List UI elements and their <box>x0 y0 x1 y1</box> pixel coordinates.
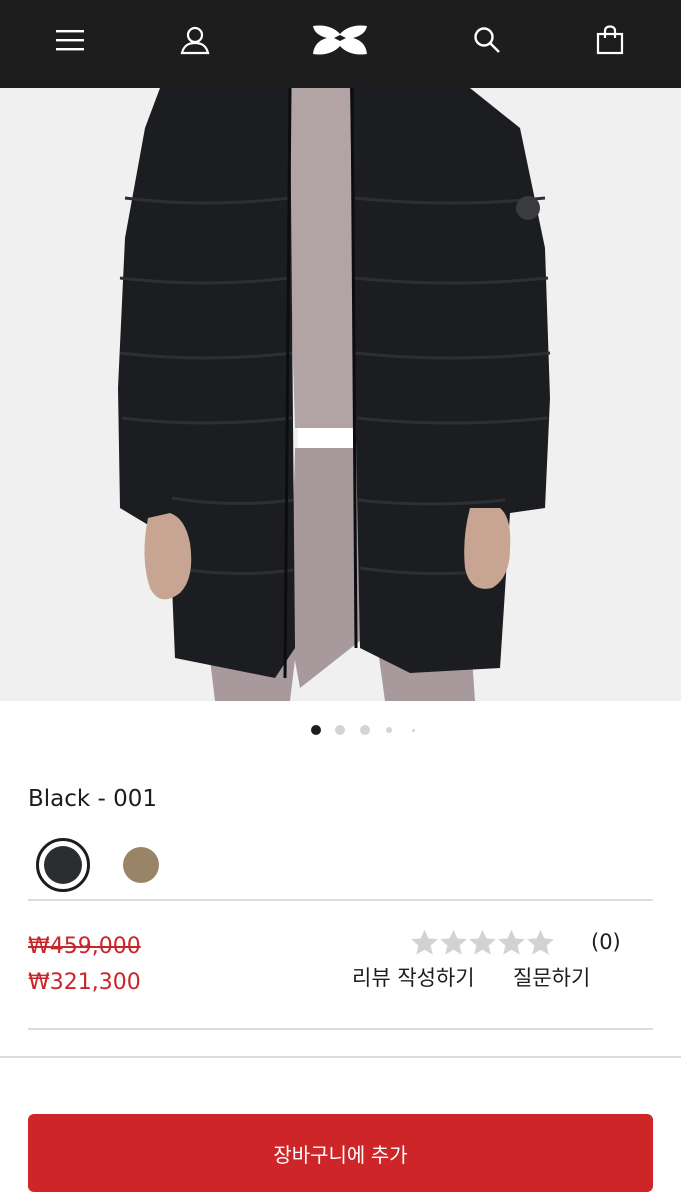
selected-color-label: Black - 001 <box>28 786 158 812</box>
top-nav-bar <box>0 0 681 88</box>
account-icon[interactable] <box>175 20 215 60</box>
menu-icon[interactable] <box>50 20 90 60</box>
star-empty-icon <box>469 929 496 955</box>
carousel-dot[interactable] <box>360 725 370 735</box>
swatch-black-selected[interactable] <box>36 838 90 892</box>
sale-price: ₩321,300 <box>28 970 141 995</box>
swatch-tan[interactable] <box>123 847 159 883</box>
add-to-cart-button[interactable]: 장바구니에 추가 <box>28 1114 653 1192</box>
rating-stars <box>410 928 555 958</box>
ask-question-link[interactable]: 질문하기 <box>513 962 590 992</box>
divider <box>28 899 653 901</box>
star-empty-icon <box>411 929 438 955</box>
review-count: (0) <box>591 930 621 954</box>
carousel-dot[interactable] <box>412 729 415 732</box>
swatch-black-fill <box>44 846 82 884</box>
carousel-dot-active[interactable] <box>311 725 321 735</box>
star-empty-icon <box>527 929 554 955</box>
brand-logo[interactable] <box>310 20 370 60</box>
divider <box>28 1028 653 1030</box>
carousel-dot[interactable] <box>386 727 392 733</box>
write-review-link[interactable]: 리뷰 작성하기 <box>352 962 475 992</box>
star-empty-icon <box>498 929 525 955</box>
star-empty-icon <box>440 929 467 955</box>
search-icon[interactable] <box>467 20 507 60</box>
divider <box>0 1056 681 1058</box>
carousel-dot[interactable] <box>335 725 345 735</box>
original-price: ₩459,000 <box>28 934 141 959</box>
cart-icon[interactable] <box>590 20 630 60</box>
carousel-indicator <box>0 724 681 738</box>
product-image[interactable] <box>0 88 681 701</box>
